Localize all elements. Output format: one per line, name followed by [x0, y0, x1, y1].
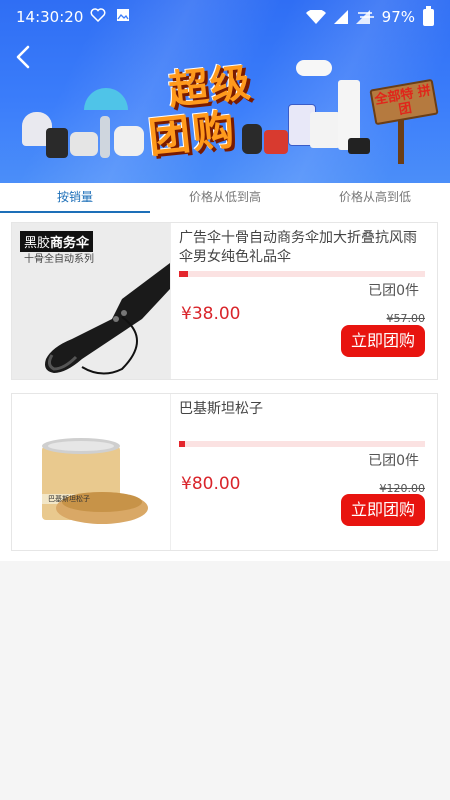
- sold-count: 已团0件: [368, 453, 419, 469]
- progress-fill: [179, 441, 185, 447]
- status-bar: 14:30:20 97%: [0, 0, 450, 34]
- buy-now-button[interactable]: 立即团购: [341, 494, 425, 526]
- sort-tabs: 按销量 价格从低到高 价格从高到低: [0, 183, 450, 213]
- image-icon: [117, 9, 129, 21]
- sold-count: 已团0件: [368, 283, 419, 299]
- thumb-brand-label: 黑胶商务伞: [20, 231, 94, 252]
- chevron-left-icon: [16, 45, 30, 69]
- signal-icon: [333, 10, 348, 24]
- status-time: 14:30:20: [16, 8, 84, 26]
- thumb-can-label: 巴基斯坦松子: [48, 495, 90, 503]
- product-card[interactable]: 巴基斯坦松子 巴基斯坦松子 已团0件 ¥80.00 ¥120.00 立即团购: [11, 393, 438, 551]
- banner-title: 超级 团购: [146, 54, 328, 163]
- buy-now-button[interactable]: 立即团购: [341, 325, 425, 357]
- coffee-maker-image: [46, 128, 68, 158]
- group-price: ¥80.00: [181, 474, 241, 494]
- pine-nut-can-image: [42, 438, 148, 524]
- sign-post: [398, 118, 404, 164]
- camera-image: [348, 138, 370, 154]
- product-image-pine-nuts[interactable]: 巴基斯坦松子: [12, 394, 170, 550]
- progress-bar: [179, 441, 425, 447]
- back-button[interactable]: [10, 44, 36, 70]
- umbrella-handle-image: [45, 263, 170, 375]
- product-info: 巴基斯坦松子 已团0件 ¥80.00 ¥120.00 立即团购: [170, 394, 437, 550]
- product-name[interactable]: 广告伞十骨自动商务伞加大折叠抗风雨伞男女纯色礼品伞: [179, 229, 429, 267]
- product-image-umbrella[interactable]: 黑胶商务伞 十骨全自动系列: [12, 223, 170, 379]
- heart-icon: [90, 8, 106, 22]
- tab-sort-by-sales[interactable]: 按销量: [0, 183, 150, 213]
- banner-title-line2: 团购: [145, 104, 239, 163]
- tab-price-low-to-high[interactable]: 价格从低到高: [150, 183, 300, 213]
- original-price: ¥57.00: [386, 312, 426, 325]
- battery-icon: [423, 5, 434, 26]
- bottle-image: [100, 116, 110, 158]
- progress-fill: [179, 271, 188, 277]
- product-card[interactable]: 黑胶商务伞 十骨全自动系列 广告伞十骨自动商务伞加大折叠抗风雨伞男女纯色礼品伞 …: [11, 222, 438, 380]
- group-price: ¥38.00: [181, 304, 241, 324]
- tab-price-high-to-low[interactable]: 价格从高到低: [300, 183, 450, 213]
- signal-roaming-icon: [355, 10, 374, 24]
- battery-percentage: 97%: [381, 8, 415, 26]
- progress-bar: [179, 271, 425, 277]
- kettle-image: [114, 126, 144, 156]
- rice-cooker-image: [70, 132, 98, 156]
- wifi-icon: [305, 9, 326, 24]
- product-info: 广告伞十骨自动商务伞加大折叠抗风雨伞男女纯色礼品伞 已团0件 ¥38.00 ¥5…: [170, 223, 437, 379]
- product-name[interactable]: 巴基斯坦松子: [179, 400, 429, 419]
